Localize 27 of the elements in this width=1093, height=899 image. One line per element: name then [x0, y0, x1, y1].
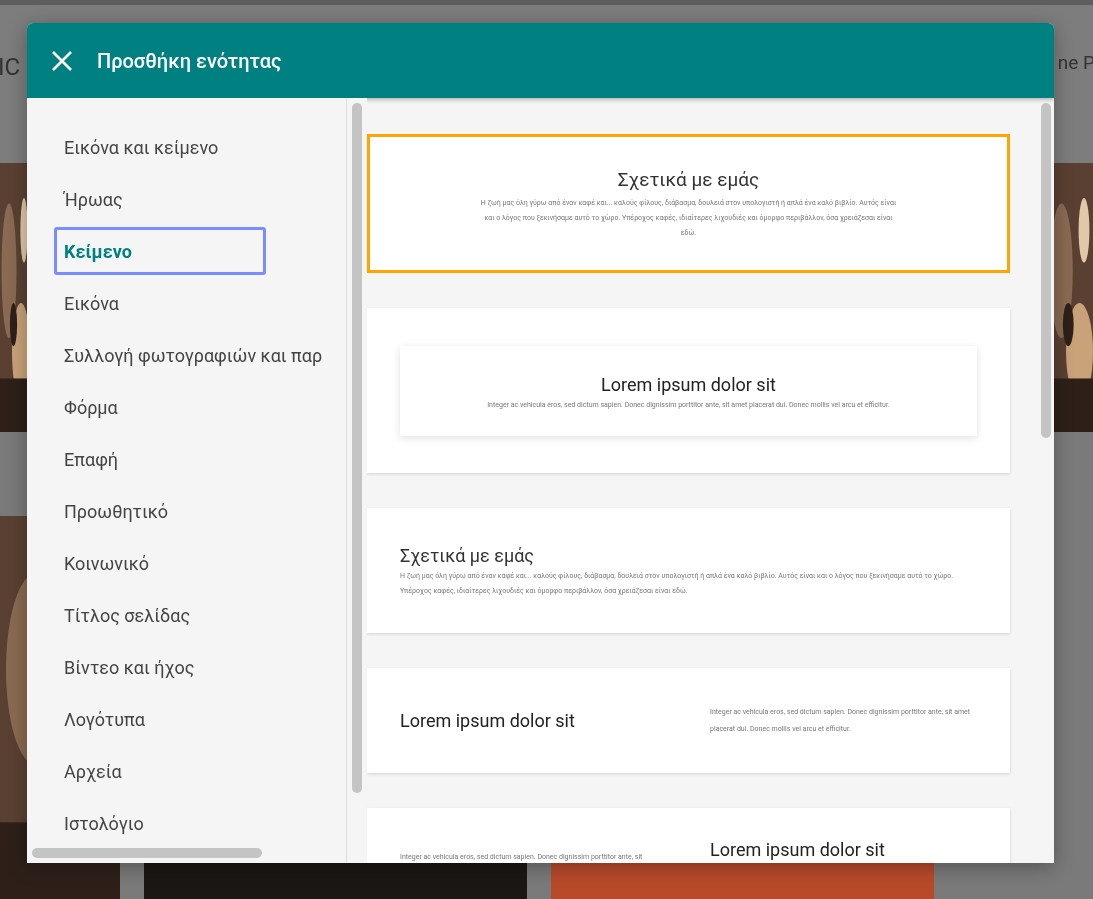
scrollbar[interactable] [1041, 103, 1051, 438]
sidebar-item[interactable]: Συλλογή φωτογραφιών και παρ [54, 331, 330, 379]
template-title: Lorem ipsum dolor sit [400, 709, 576, 733]
template-title: Lorem ipsum dolor sit [601, 372, 776, 397]
template-title: Σχετικά με εμάς [400, 544, 536, 568]
scrollbar[interactable] [352, 103, 362, 793]
sidebar-item[interactable]: Ήρωας [54, 175, 130, 223]
dialog-title: Προσθήκη ενότητας [97, 47, 282, 75]
sidebar-item[interactable]: Φόρμα [54, 383, 125, 431]
sidebar-item[interactable]: Εικόνα [54, 279, 126, 327]
template-title: Σχετικά με εμάς [617, 166, 760, 193]
sidebar-item[interactable]: Επαφή [54, 435, 126, 483]
sidebar-item[interactable]: Τίτλος σελίδας [54, 591, 198, 639]
page-heading-fragment: IC [0, 52, 21, 84]
sidebar-item[interactable]: Αρχεία [54, 747, 129, 795]
close-icon [51, 49, 73, 72]
sidebar-item[interactable]: Κείμενο [54, 227, 266, 275]
sidebar-item[interactable]: Λογότυπα [54, 695, 152, 743]
sidebar-item[interactable]: Κοινωνικό [54, 539, 157, 587]
template-card[interactable] [367, 134, 1010, 273]
template-title: Lorem ipsum dolor sit [710, 839, 886, 861]
template-card[interactable] [367, 508, 1010, 633]
sidebar-item[interactable]: Προωθητικό [54, 487, 176, 535]
sidebar-item[interactable]: Βίντεο και ήχος [54, 643, 202, 691]
sidebar-item[interactable]: Ιστολόγιο [54, 799, 151, 843]
sidebar-item[interactable]: Εικόνα και κείμενο [54, 123, 226, 171]
scrollbar[interactable] [32, 848, 262, 858]
